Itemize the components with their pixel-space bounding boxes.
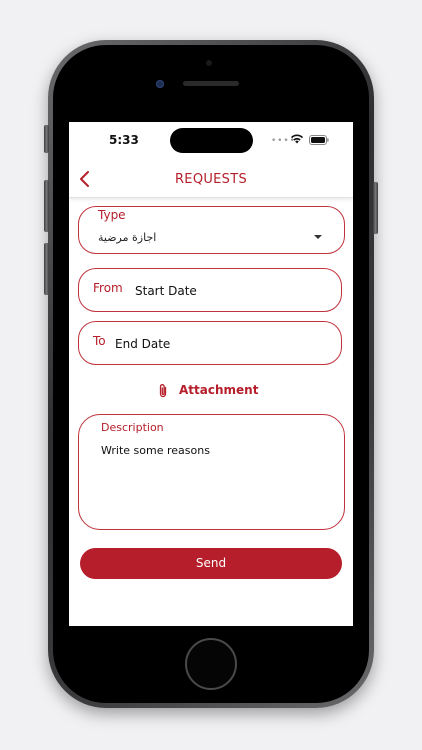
page-title: REQUESTS (174, 172, 248, 187)
attachment-button[interactable]: Attachment (157, 382, 267, 400)
to-date-field[interactable]: To End Date (78, 321, 342, 365)
battery-icon (309, 135, 329, 145)
power-button (373, 182, 378, 234)
volume-up-button (44, 180, 49, 232)
description-label: Description (101, 421, 164, 434)
dropdown-arrow-icon[interactable] (314, 235, 322, 239)
status-time: 5:33 (109, 133, 139, 147)
from-value: Start Date (135, 284, 197, 298)
earpiece-speaker (183, 81, 239, 86)
description-textarea[interactable]: Description Write some reasons (78, 414, 345, 530)
app-header: REQUESTS (69, 160, 353, 198)
type-selected-value: اجازة مرضية (98, 231, 157, 244)
paperclip-icon (159, 384, 167, 398)
proximity-sensor (206, 60, 212, 66)
description-placeholder: Write some reasons (101, 444, 210, 457)
volume-down-button (44, 243, 49, 295)
to-value: End Date (115, 337, 171, 351)
status-bar: 5:33 • • • • (69, 122, 353, 160)
type-label: Type (98, 208, 126, 222)
mute-switch (44, 125, 49, 153)
send-button[interactable]: Send (80, 548, 342, 579)
from-date-field[interactable]: From Start Date (78, 268, 342, 312)
front-camera (156, 80, 164, 88)
app-screen: 5:33 • • • • REQUESTS Type اجازة مرضية F… (69, 122, 353, 626)
to-label: To (93, 334, 106, 348)
from-label: From (93, 281, 123, 295)
attachment-label: Attachment (179, 383, 259, 397)
wifi-icon (291, 134, 303, 144)
dynamic-island (170, 128, 253, 153)
home-button[interactable] (185, 638, 237, 690)
type-select[interactable]: Type اجازة مرضية (78, 206, 345, 254)
